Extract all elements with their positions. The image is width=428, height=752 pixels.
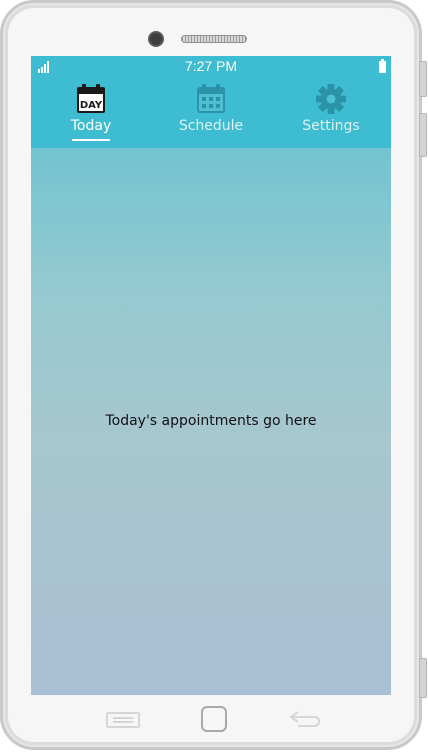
front-camera <box>148 31 164 47</box>
tab-schedule-label: Schedule <box>178 118 244 134</box>
calendar-day-icon: DAY <box>77 84 105 113</box>
menu-icon[interactable] <box>106 710 140 728</box>
side-button-bottom[interactable] <box>419 658 427 698</box>
gear-icon <box>316 84 346 114</box>
earpiece-speaker <box>181 35 247 43</box>
calendar-grid-icon <box>197 84 225 113</box>
battery-icon <box>379 59 386 73</box>
tab-today-label: Today <box>70 118 112 134</box>
side-button-top[interactable] <box>419 61 427 97</box>
status-time: 7:27 PM <box>184 58 238 74</box>
status-bar: 7:27 PM <box>31 56 391 78</box>
tab-bar: DAY Today Schedule Settings <box>31 78 391 148</box>
home-icon[interactable] <box>200 705 228 733</box>
appointments-placeholder: Today's appointments go here <box>105 413 317 429</box>
app-screen: 7:27 PM DAY Today Schedule Settings Toda… <box>31 56 391 695</box>
side-button-middle[interactable] <box>419 113 427 157</box>
calendar-day-text: DAY <box>80 100 103 111</box>
tab-settings[interactable]: Settings <box>271 78 391 148</box>
tab-today[interactable]: DAY Today <box>31 78 151 148</box>
tab-settings-label: Settings <box>302 118 360 134</box>
back-arrow-icon[interactable] <box>288 709 322 729</box>
active-tab-indicator <box>72 139 110 141</box>
tab-schedule[interactable]: Schedule <box>151 78 271 148</box>
